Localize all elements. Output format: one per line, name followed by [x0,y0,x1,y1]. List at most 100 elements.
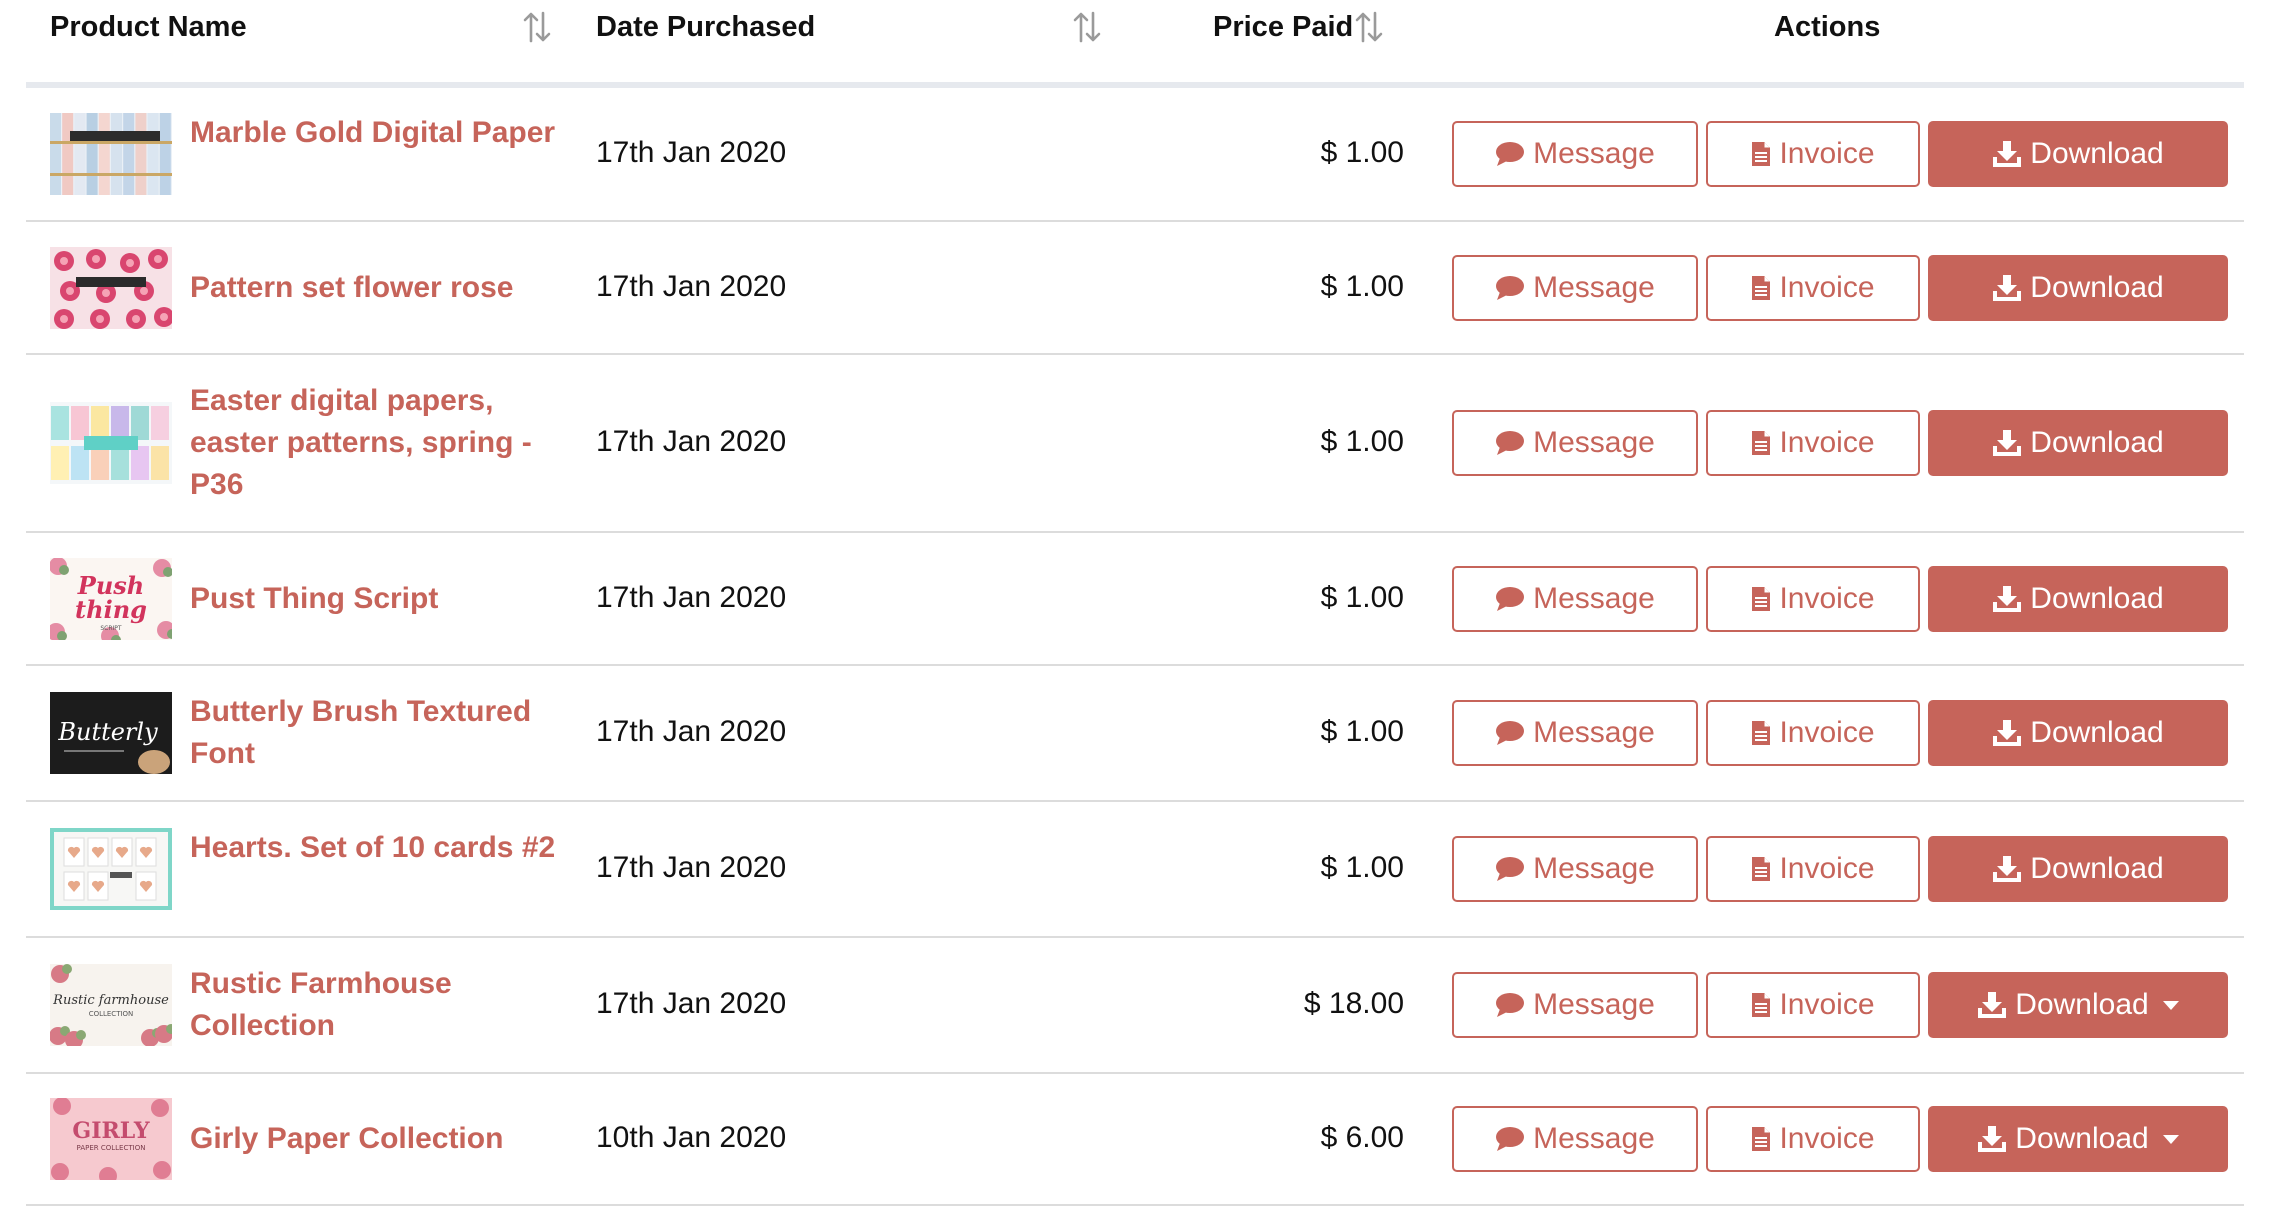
download-button-label: Download [2030,716,2164,749]
invoice-button[interactable]: Invoice [1706,254,1920,321]
download-tray-icon [1977,1125,2007,1153]
table-row: Rustic farmhouse COLLECTION Rustic Farmhou… [26,938,2244,1074]
chat-bubble-icon [1495,1126,1525,1152]
purchase-date: 17th Jan 2020 [596,136,787,169]
column-header-price[interactable]: Price Paid [1213,0,1353,54]
price-paid: $ 1.00 [1320,715,1404,748]
column-header-date[interactable]: Date Purchased [596,0,815,54]
sort-product-icon[interactable] [522,10,552,44]
product-name-link[interactable]: Girly Paper Collection [190,1118,590,1160]
product-thumbnail[interactable] [50,246,172,329]
sort-date-icon[interactable] [1072,10,1102,44]
invoice-button[interactable]: Invoice [1706,565,1920,632]
sort-price-icon[interactable] [1354,10,1384,44]
message-button[interactable]: Message [1452,121,1698,187]
download-button-label: Download [2015,988,2149,1021]
table-body: Marble Gold Digital Paper 17th Jan 2020 $ … [26,88,2244,1206]
price-paid: $ 1.00 [1320,136,1404,169]
invoice-button-label: Invoice [1779,852,1875,885]
invoice-button[interactable]: Invoice [1706,700,1920,766]
column-header-product[interactable]: Product Name [50,0,247,54]
product-name-link[interactable]: Easter digital papers, easter patterns, … [190,380,590,506]
document-icon [1751,720,1771,746]
product-name-link[interactable]: Pattern set flower rose [190,267,590,309]
message-button[interactable]: Message [1452,410,1698,476]
download-button[interactable]: Download [1928,121,2228,187]
message-button-label: Message [1533,988,1655,1021]
invoice-button[interactable]: Invoice [1706,121,1920,187]
download-button[interactable]: Download [1928,1106,2228,1172]
message-button[interactable]: Message [1452,700,1698,766]
caret-down-icon[interactable] [2162,1134,2179,1144]
download-button-label: Download [2030,270,2164,304]
invoice-button-label: Invoice [1779,270,1875,304]
download-button[interactable]: Download [1928,972,2228,1038]
invoice-button[interactable]: Invoice [1706,836,1920,902]
download-button[interactable]: Download [1928,410,2228,476]
message-button[interactable]: Message [1452,1106,1698,1172]
purchases-table: Product Name Date Purchased Price Paid A… [26,0,2244,1206]
invoice-button-label: Invoice [1779,716,1875,749]
chat-bubble-icon [1495,992,1525,1018]
message-button-label: Message [1533,137,1655,170]
message-button-label: Message [1533,1122,1655,1155]
purchase-date: 10th Jan 2020 [596,1121,787,1154]
purchase-date: 17th Jan 2020 [596,269,787,303]
chat-bubble-icon [1495,430,1525,456]
thumb-title: Rustic farmhouse [52,993,169,1008]
price-paid: $ 6.00 [1320,1121,1404,1154]
price-paid: $ 1.00 [1320,269,1404,303]
product-thumbnail[interactable] [50,828,172,910]
table-row: GIRLY PAPER COLLECTION Girly Paper Collect… [26,1074,2244,1206]
purchase-date: 17th Jan 2020 [596,580,787,614]
download-button[interactable]: Download [1928,700,2228,766]
download-button-label: Download [2030,137,2164,170]
document-icon [1751,586,1771,612]
caret-down-icon[interactable] [2162,1000,2179,1010]
purchase-date: 17th Jan 2020 [596,851,787,884]
price-paid: $ 1.00 [1320,580,1404,614]
thumb-script-caption: SCRIPT [100,625,122,632]
product-thumbnail[interactable] [50,113,172,195]
product-name-link[interactable]: Butterly Brush Textured Font [190,691,590,775]
download-tray-icon [1992,585,2022,613]
download-tray-icon [1992,140,2022,168]
product-thumbnail[interactable]: Butterly [50,692,172,774]
message-button[interactable]: Message [1452,836,1698,902]
product-name-link[interactable]: Rustic Farmhouse Collection [190,963,590,1047]
download-button-label: Download [2015,1122,2149,1155]
price-paid: $ 18.00 [1303,987,1404,1020]
table-row: Easter digital papers, easter patterns, … [26,355,2244,533]
invoice-button[interactable]: Invoice [1706,410,1920,476]
message-button[interactable]: Message [1452,565,1698,632]
product-thumbnail[interactable] [50,402,172,484]
download-button[interactable]: Download [1928,836,2228,902]
product-name-link[interactable]: Hearts. Set of 10 cards #2 [190,827,590,869]
chat-bubble-icon [1495,720,1525,746]
document-icon [1751,275,1771,301]
product-thumbnail[interactable]: Push thing SCRIPT [50,557,172,640]
message-button[interactable]: Message [1452,972,1698,1038]
thumb-script-word: thing [75,595,147,624]
invoice-button-label: Invoice [1779,1122,1875,1155]
column-header-actions: Actions [1774,11,1881,43]
document-icon [1751,430,1771,456]
product-thumbnail[interactable]: GIRLY PAPER COLLECTION [50,1098,172,1180]
purchase-date: 17th Jan 2020 [596,715,787,748]
message-button-label: Message [1533,581,1655,615]
invoice-button[interactable]: Invoice [1706,972,1920,1038]
product-thumbnail[interactable]: Rustic farmhouse COLLECTION [50,964,172,1046]
product-name-link[interactable]: Marble Gold Digital Paper [190,112,590,154]
invoice-button[interactable]: Invoice [1706,1106,1920,1172]
download-button[interactable]: Download [1928,254,2228,321]
download-tray-icon [1992,855,2022,883]
message-button[interactable]: Message [1452,254,1698,321]
purchase-date: 17th Jan 2020 [596,425,787,458]
download-button[interactable]: Download [1928,565,2228,632]
thumb-title: GIRLY [72,1118,149,1144]
table-row: Marble Gold Digital Paper 17th Jan 2020 $ … [26,88,2244,222]
download-button-label: Download [2030,852,2164,885]
product-name-link[interactable]: Pust Thing Script [190,578,590,620]
invoice-button-label: Invoice [1779,137,1875,170]
download-button-label: Download [2030,581,2164,615]
